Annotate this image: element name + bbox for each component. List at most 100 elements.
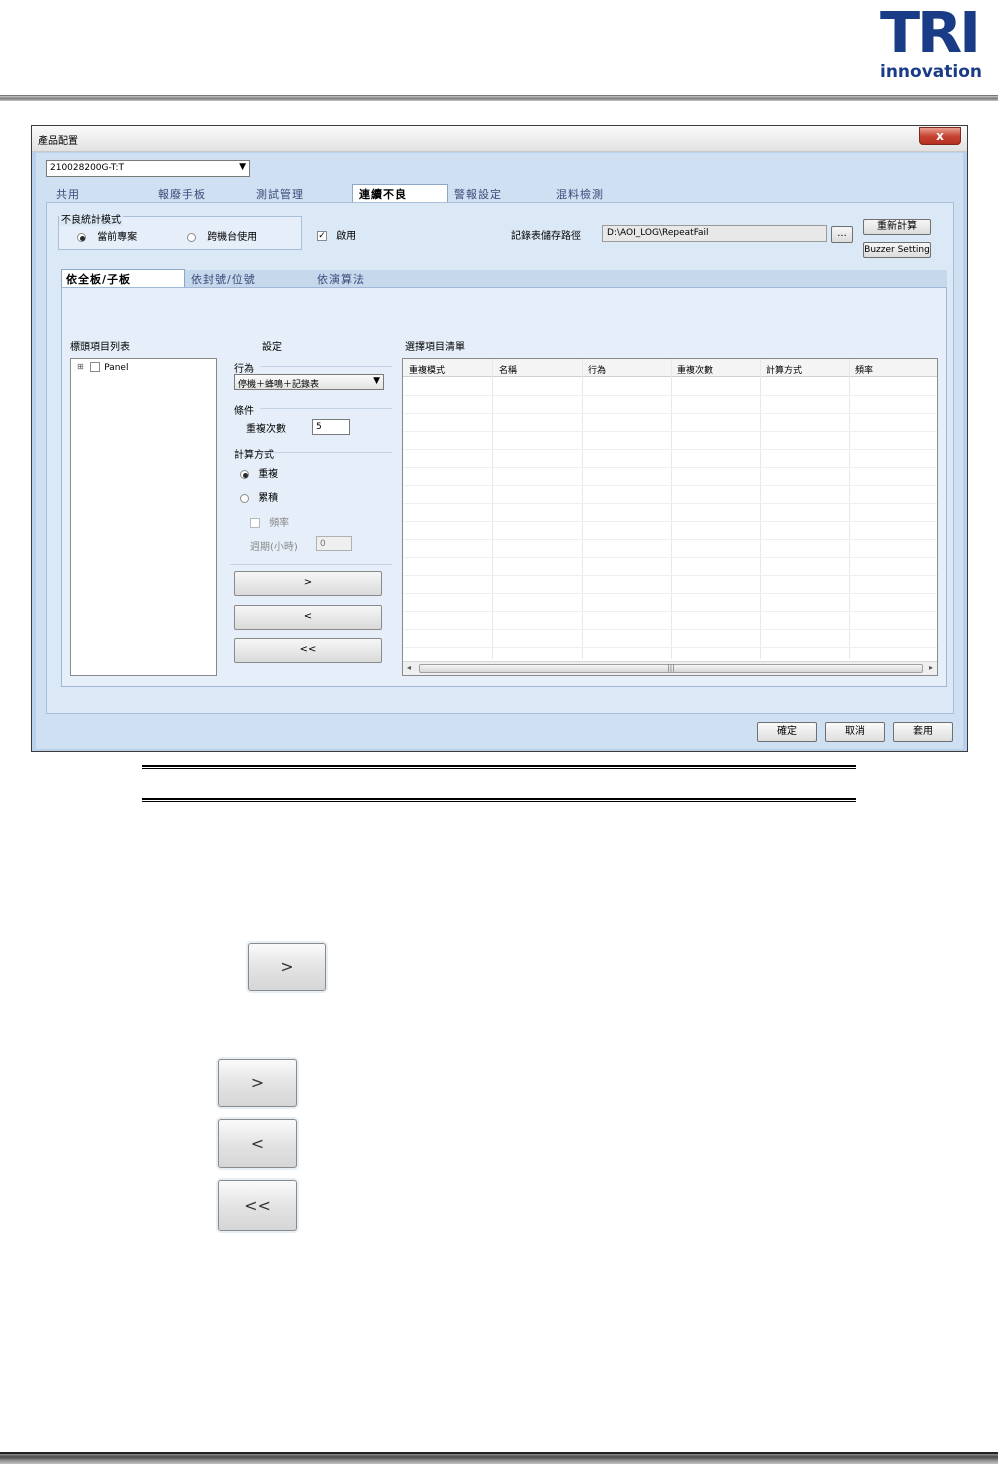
zoom-add-button: >	[218, 1059, 297, 1107]
apply-button[interactable]: 套用	[893, 722, 953, 742]
product-combo-value: 210028200G-T:T	[50, 163, 124, 173]
behavior-select[interactable]: 停機＋蜂鳴＋記錄表 ▼	[234, 374, 384, 390]
doc-divider-bottom	[142, 798, 856, 802]
grid-row-line	[403, 557, 937, 558]
grid-row-line	[403, 539, 937, 540]
main-tabs: 共用 報廢手板 測試管理 連續不良 警報設定 混料檢測	[46, 184, 954, 202]
calc-repeat-option[interactable]: 重複	[240, 465, 278, 480]
sub-tabs: 依全板/子板 依封號/位號 依演算法	[61, 269, 947, 287]
radio-calc-repeat[interactable]	[240, 469, 249, 479]
tree-checkbox[interactable]	[90, 362, 100, 372]
tab-panel: 不良統計模式 當前專案 跨機台使用 ✓ 啟用 記錄表儲存路徑 D:\AOI_LO…	[46, 202, 954, 714]
tab-alarm-settings[interactable]: 警報設定	[454, 186, 502, 202]
sub-tab-panel: 標頭項目列表 設定 選擇項目清單 ⊞ Panel 行為 停機＋蜂鳴＋記錄表 ▼ …	[61, 287, 947, 687]
frequency-option[interactable]: 頻率	[250, 514, 289, 529]
dialog-footer: 確定 取消 套用	[36, 714, 963, 749]
tab-continuous-defect[interactable]: 連續不良	[352, 184, 448, 202]
buzzer-setting-button[interactable]: Buzzer Setting	[863, 242, 931, 258]
grid-row-line	[403, 575, 937, 576]
tree-item-panel[interactable]: Panel	[90, 362, 128, 373]
selected-list-title: 選擇項目清單	[405, 342, 465, 353]
doc-divider-top	[142, 765, 856, 769]
product-config-window: 產品配置 x 210028200G-T:T ▼ 共用 報廢手板 測試管理 連續不…	[31, 125, 968, 752]
col-repeat-mode[interactable]: 重複模式	[409, 363, 445, 376]
zoom-remove-all-button: <<	[218, 1180, 297, 1231]
zoom-add-button-single: >	[248, 943, 326, 991]
ok-button[interactable]: 確定	[757, 722, 817, 742]
period-label: 週期(小時)	[250, 542, 298, 553]
company-logo: TRI innovation	[876, 2, 994, 86]
product-combo[interactable]: 210028200G-T:T ▼	[46, 160, 250, 177]
horizontal-scrollbar[interactable]: ◂ ||| ▸	[403, 661, 937, 675]
col-behavior[interactable]: 行為	[588, 363, 606, 376]
recalculate-button[interactable]: 重新計算	[863, 219, 931, 235]
header-rule	[0, 95, 998, 101]
col-name[interactable]: 名稱	[499, 363, 517, 376]
item-tree[interactable]: ⊞ Panel	[70, 358, 217, 676]
add-item-button[interactable]: >	[234, 571, 382, 596]
logo-subtext: innovation	[880, 62, 982, 82]
condition-section-title: 條件	[234, 406, 254, 417]
scroll-left-icon[interactable]: ◂	[407, 663, 411, 672]
tab-mix-detection[interactable]: 混料檢測	[556, 186, 604, 202]
title-bar[interactable]: 產品配置 x	[32, 126, 967, 152]
subtab-panel-board[interactable]: 依全板/子板	[61, 269, 185, 287]
behavior-select-value: 停機＋蜂鳴＋記錄表	[238, 380, 320, 390]
log-path-input[interactable]: D:\AOI_LOG\RepeatFail	[602, 225, 827, 242]
period-input[interactable]: 0	[316, 536, 352, 551]
cancel-button[interactable]: 取消	[825, 722, 885, 742]
settings-title: 設定	[262, 342, 282, 353]
tab-common[interactable]: 共用	[56, 186, 80, 202]
remove-all-button[interactable]: <<	[234, 638, 382, 663]
grid-col-line	[849, 359, 850, 659]
tree-item-label: Panel	[104, 363, 129, 373]
log-path-label: 記錄表儲存路徑	[511, 231, 581, 242]
expand-icon[interactable]: ⊞	[77, 362, 84, 371]
grid-row-line	[403, 611, 937, 612]
close-button[interactable]: x	[919, 127, 961, 145]
selected-items-grid[interactable]: 重複模式 名稱 行為 重複次數 計算方式 頻率 ◂ ||| ▸	[402, 358, 938, 676]
grid-col-line	[671, 359, 672, 659]
subtab-algorithm[interactable]: 依演算法	[317, 271, 365, 287]
grid-col-line	[582, 359, 583, 659]
zoom-remove-button: <	[218, 1119, 297, 1168]
enable-checkbox[interactable]: ✓	[317, 231, 327, 241]
stat-mode-current[interactable]: 當前專案	[77, 228, 137, 243]
logo-text: TRI	[880, 1, 981, 66]
window-title: 產品配置	[38, 136, 78, 147]
radio-calc-accum[interactable]	[240, 493, 249, 503]
settings-pane: 行為 停機＋蜂鳴＋記錄表 ▼ 條件 重複次數 5 計算方式 重複 累積 頻率 週…	[230, 358, 392, 676]
grid-row-line	[403, 521, 937, 522]
subtab-seal-position[interactable]: 依封號/位號	[191, 271, 256, 287]
browse-button[interactable]: ...	[831, 226, 853, 243]
col-frequency[interactable]: 頻率	[855, 363, 873, 376]
grid-col-line	[760, 359, 761, 659]
scroll-thumb[interactable]: |||	[419, 664, 923, 673]
dialog-client: 210028200G-T:T ▼ 共用 報廢手板 測試管理 連續不良 警報設定 …	[36, 153, 963, 749]
radio-cross-machine[interactable]	[187, 232, 196, 242]
col-calc-method[interactable]: 計算方式	[766, 363, 802, 376]
calc-accum-option[interactable]: 累積	[240, 489, 278, 504]
col-repeat-count[interactable]: 重複次數	[677, 363, 713, 376]
calc-divider	[260, 452, 392, 453]
tab-test-management[interactable]: 測試管理	[256, 186, 304, 202]
remove-item-button[interactable]: <	[234, 605, 382, 630]
chevron-down-icon: ▼	[373, 376, 380, 386]
grid-row-line	[403, 485, 937, 486]
radio-current-project[interactable]	[77, 232, 86, 242]
repeat-count-label: 重複次數	[246, 424, 286, 435]
grid-header: 重複模式 名稱 行為 重複次數 計算方式 頻率	[403, 359, 937, 377]
frequency-checkbox[interactable]	[250, 518, 260, 528]
grid-col-line	[492, 359, 493, 659]
grid-row-line	[403, 629, 937, 630]
item-list-title: 標頭項目列表	[70, 342, 130, 353]
grid-row-line	[403, 503, 937, 504]
enable-toggle[interactable]: ✓ 啟用	[317, 227, 356, 242]
tab-scrap-board[interactable]: 報廢手板	[158, 186, 206, 202]
scroll-right-icon[interactable]: ▸	[929, 663, 933, 672]
stat-mode-cross[interactable]: 跨機台使用	[187, 228, 257, 243]
behavior-section-title: 行為	[234, 364, 254, 375]
repeat-count-input[interactable]: 5	[312, 419, 350, 435]
chevron-down-icon: ▼	[239, 162, 246, 172]
condition-divider	[260, 408, 392, 409]
